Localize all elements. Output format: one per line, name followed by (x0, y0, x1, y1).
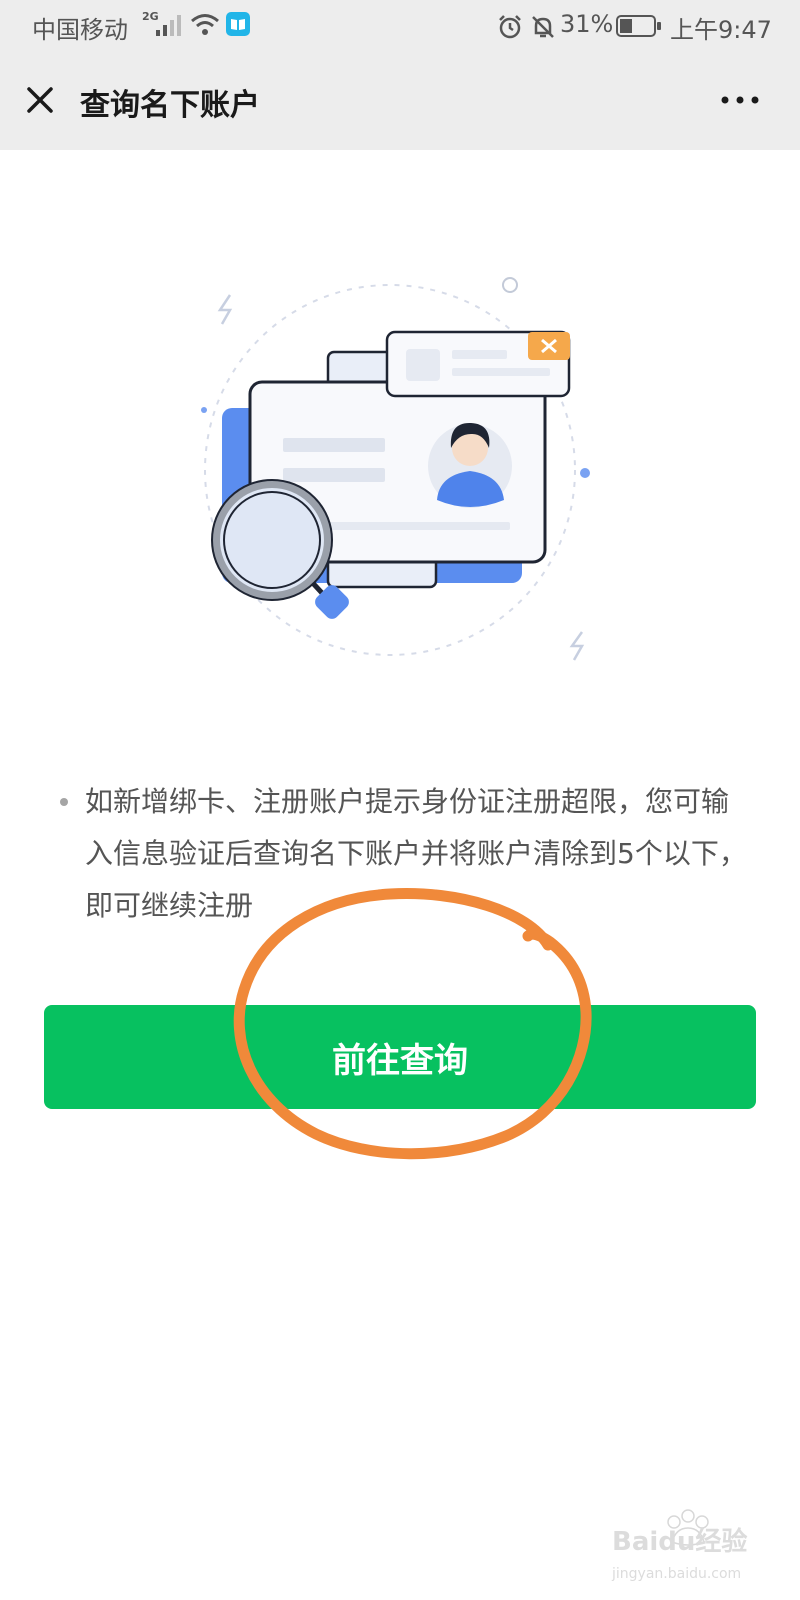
bullet-dot (60, 798, 68, 806)
more-icon[interactable] (720, 88, 760, 112)
mute-bell-icon (532, 16, 554, 38)
signal-icon (156, 15, 181, 36)
clock: 上午9:47 (670, 16, 772, 44)
page-title: 查询名下账户 (80, 88, 260, 123)
top-area: 中国移动 2G 31% 上午9:47 查询名下账户 (0, 0, 800, 150)
watermark-url: jingyan.baidu.com (611, 1566, 741, 1582)
baidu-watermark: Baidu经验 jingyan.baidu.com (611, 1509, 747, 1582)
battery-icon (616, 15, 661, 37)
query-button[interactable]: 前往查询 (44, 1005, 756, 1109)
watermark-brand: Baidu经验 (612, 1526, 747, 1557)
nav-bar: 查询名下账户 (0, 60, 800, 144)
reader-app-icon (226, 12, 250, 36)
alarm-icon (499, 15, 521, 39)
close-icon[interactable] (22, 82, 58, 118)
id-card-search-illustration (201, 277, 590, 661)
notice: 如新增绑卡、注册账户提示身份证注册超限，您可输入信息验证后查询名下账户并将账户清… (60, 776, 750, 932)
battery-percent: 31% (560, 10, 614, 38)
wifi-icon (191, 14, 219, 35)
status-bar: 中国移动 2G 31% 上午9:47 (0, 0, 800, 56)
notice-text: 如新增绑卡、注册账户提示身份证注册超限，您可输入信息验证后查询名下账户并将账户清… (85, 785, 747, 922)
carrier-name: 中国移动 (32, 16, 128, 44)
